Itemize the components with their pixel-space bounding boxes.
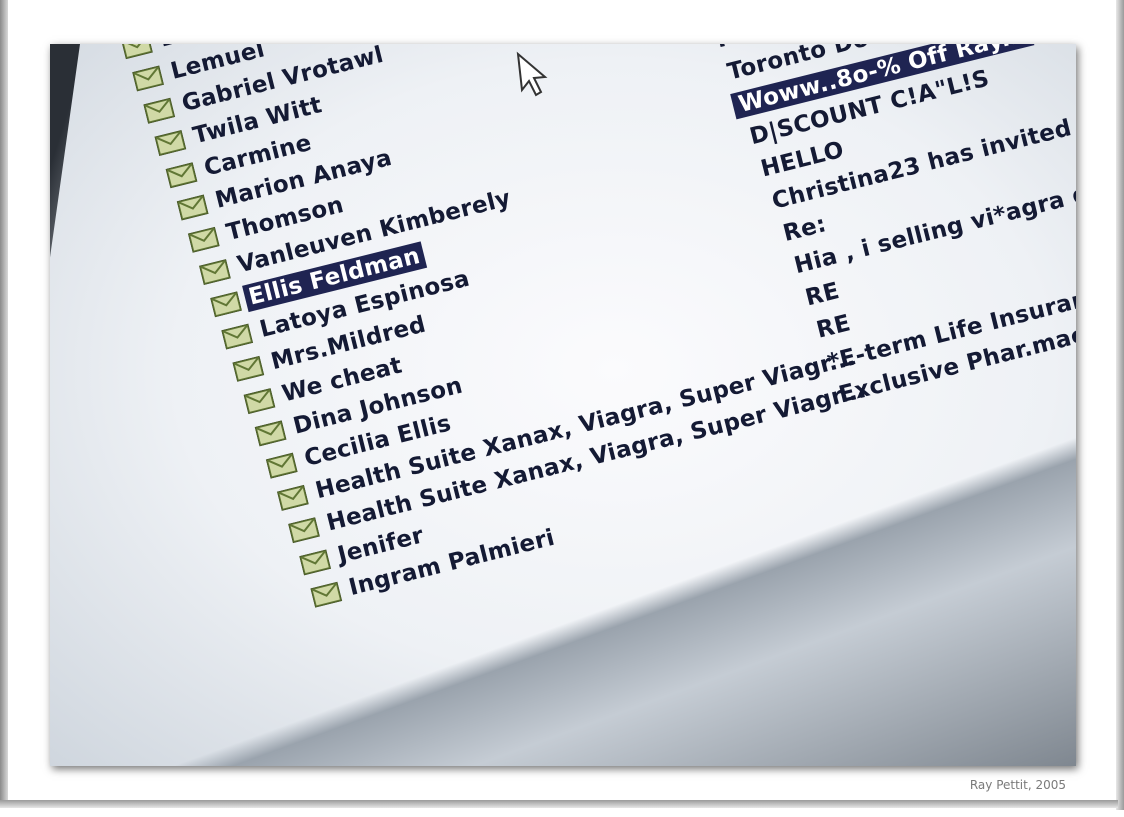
envelope-icon [187,226,220,253]
frame-edge [0,0,8,800]
envelope-icon [232,355,265,382]
taskbar-icon[interactable] [634,677,667,710]
taskbar-icon[interactable] [673,668,706,700]
envelope-icon [198,258,231,285]
taskbar-icon[interactable] [518,706,551,739]
envelope-icon [209,290,242,317]
taskbar-icon[interactable] [712,658,745,690]
taskbar-icon[interactable] [557,697,589,729]
envelope-icon [276,484,309,511]
taskbar-icon[interactable] [867,619,900,652]
envelope-icon [287,516,320,543]
envelope-icon [299,548,332,576]
taskbar-icon[interactable] [828,629,861,661]
envelope-icon [131,64,164,92]
envelope-icon [265,452,298,479]
frame-edge [0,800,1118,808]
envelope-icon [243,387,276,414]
envelope-icon [154,129,187,156]
photo: DPChallengeGrand TheLemuelFrancisGabriel… [50,44,1076,766]
taskbar-icon[interactable] [751,648,783,681]
envelope-icon [176,193,209,221]
envelope-icon [221,323,254,350]
envelope-icon [143,97,176,124]
envelope-icon [310,581,343,608]
frame-edge [1116,0,1124,810]
taskbar-icon[interactable] [790,639,822,671]
envelope-icon [120,44,153,59]
photo-credit: Ray Pettit, 2005 [969,778,1066,792]
envelope-icon [254,419,287,446]
mouse-cursor-icon [516,51,548,97]
envelope-icon [165,161,198,188]
taskbar-icon[interactable] [596,687,628,720]
